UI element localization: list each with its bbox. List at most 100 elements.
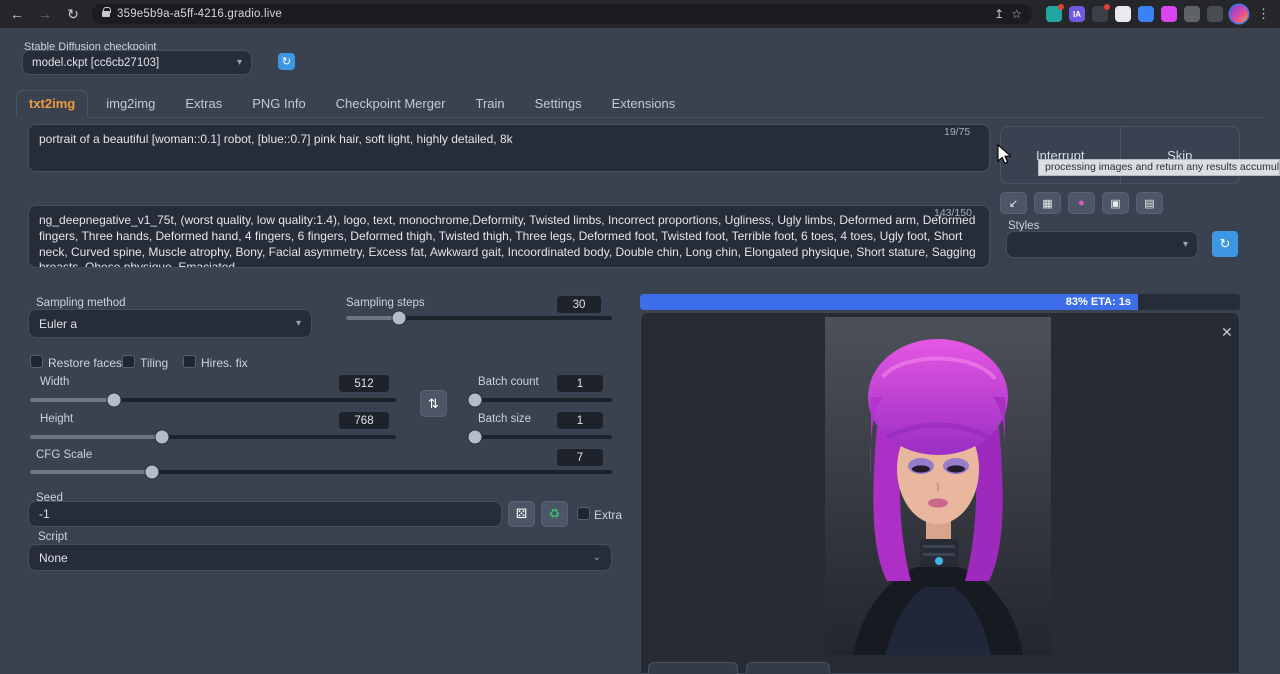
notification-badge	[1058, 4, 1064, 10]
interrupt-tooltip: processing images and return any results…	[1038, 159, 1280, 176]
forward-icon[interactable]: →	[36, 6, 54, 22]
negative-prompt-input[interactable]: ng_deepnegative_v1_75t, (worst quality, …	[28, 205, 990, 268]
main-tabs: txt2img img2img Extras PNG Info Checkpoi…	[16, 92, 1264, 118]
sampling-method-value: Euler a	[39, 317, 77, 331]
save-style-icon[interactable]: ▤	[1136, 192, 1163, 214]
hires-fix-label: Hires. fix	[201, 356, 248, 370]
back-icon[interactable]: ←	[8, 6, 26, 22]
height-label: Height	[40, 413, 73, 425]
send-to-button[interactable]	[746, 662, 830, 674]
height-value[interactable]	[338, 411, 390, 430]
negative-token-counter: 143/150	[934, 207, 972, 219]
tiling-checkbox[interactable]	[122, 355, 135, 368]
lock-icon	[102, 11, 110, 17]
bookmark-star-icon[interactable]: ☆	[1011, 7, 1022, 21]
slider-handle[interactable]	[146, 466, 159, 479]
extension-icon-light[interactable]	[1115, 6, 1131, 22]
notification-badge	[1104, 4, 1110, 10]
extension-toolbar: IA ⋮	[1046, 5, 1272, 23]
slider-handle[interactable]	[155, 431, 168, 444]
tab-img2img[interactable]: img2img	[94, 91, 167, 117]
prompt-token-counter: 19/75	[944, 126, 970, 138]
restore-faces-checkbox[interactable]	[30, 355, 43, 368]
cfg-scale-label: CFG Scale	[36, 449, 92, 461]
extension-icon-blue[interactable]	[1138, 6, 1154, 22]
tab-txt2img[interactable]: txt2img	[16, 90, 88, 118]
side-panel-icon[interactable]	[1207, 6, 1223, 22]
sampling-method-dropdown[interactable]: Euler a ▾	[28, 309, 312, 338]
url-text: 359e5b9a-a5ff-4216.gradio.live	[117, 8, 987, 20]
progress-text: 83% ETA: 1s	[1066, 294, 1131, 310]
tab-extensions[interactable]: Extensions	[600, 91, 688, 117]
batch-count-slider[interactable]	[468, 398, 612, 402]
extension-icon-pink[interactable]	[1161, 6, 1177, 22]
reload-icon[interactable]: ↻	[64, 6, 82, 23]
sampling-steps-label: Sampling steps	[346, 297, 425, 309]
tab-extras[interactable]: Extras	[173, 91, 234, 117]
width-label: Width	[40, 376, 69, 388]
width-slider[interactable]	[30, 398, 396, 402]
swap-width-height-button[interactable]: ⇅	[420, 390, 447, 417]
batch-size-slider[interactable]	[468, 435, 612, 439]
extension-icon-dark[interactable]	[1092, 6, 1108, 22]
seed-extra-checkbox[interactable]	[577, 507, 590, 520]
progress-fill: 83% ETA: 1s	[640, 294, 1138, 310]
tab-settings[interactable]: Settings	[523, 91, 594, 117]
prompt-tool-buttons: ↙ ▦ ● ▣ ▤	[1000, 192, 1163, 214]
batch-size-value[interactable]	[556, 411, 604, 430]
script-dropdown[interactable]: None ⌄	[28, 544, 612, 571]
sampling-method-label: Sampling method	[36, 297, 126, 309]
script-label: Script	[38, 531, 67, 543]
seed-extra-label: Extra	[594, 508, 622, 522]
apply-style-icon[interactable]: ▣	[1102, 192, 1129, 214]
prompt-input[interactable]: portrait of a beautiful [woman::0.1] rob…	[28, 124, 990, 172]
refresh-styles-button[interactable]: ↻	[1212, 231, 1238, 257]
seed-input[interactable]	[28, 501, 502, 527]
batch-count-label: Batch count	[478, 376, 539, 388]
read-generation-params-icon[interactable]: ↙	[1000, 192, 1027, 214]
tiling-label: Tiling	[140, 356, 168, 370]
width-value[interactable]	[338, 374, 390, 393]
batch-size-label: Batch size	[478, 413, 531, 425]
script-value: None	[39, 551, 68, 565]
reuse-seed-recycle-icon[interactable]: ♻	[541, 501, 568, 527]
restore-faces-label: Restore faces	[48, 356, 122, 370]
extension-icon-teal[interactable]	[1046, 6, 1062, 22]
slider-handle[interactable]	[469, 431, 482, 444]
random-seed-dice-icon[interactable]: ⚄	[508, 501, 535, 527]
tab-checkpoint-merger[interactable]: Checkpoint Merger	[324, 91, 458, 117]
profile-avatar[interactable]	[1230, 5, 1248, 23]
tab-train[interactable]: Train	[464, 91, 517, 117]
checkpoint-dropdown[interactable]: model.ckpt [cc6cb27103] ▾	[22, 50, 252, 75]
share-icon[interactable]: ↥	[994, 7, 1004, 21]
address-bar[interactable]: 359e5b9a-a5ff-4216.gradio.live ↥ ☆	[92, 4, 1032, 24]
browser-chrome: ← → ↻ 359e5b9a-a5ff-4216.gradio.live ↥ ☆…	[0, 0, 1280, 28]
sampling-steps-value[interactable]	[556, 295, 602, 314]
extensions-puzzle-icon[interactable]	[1184, 6, 1200, 22]
save-button[interactable]	[648, 662, 738, 674]
tab-png-info[interactable]: PNG Info	[240, 91, 317, 117]
stable-diffusion-webui: Stable Diffusion checkpoint model.ckpt […	[0, 28, 1280, 674]
slider-handle[interactable]	[393, 312, 406, 325]
mouse-cursor	[994, 144, 1016, 166]
cfg-scale-value[interactable]	[556, 448, 604, 467]
batch-count-value[interactable]	[556, 374, 604, 393]
height-slider[interactable]	[30, 435, 396, 439]
extension-icon-ia[interactable]: IA	[1069, 6, 1085, 22]
refresh-checkpoints-button[interactable]: ↻	[278, 53, 295, 70]
chevron-down-icon: ▾	[237, 57, 242, 68]
slider-handle[interactable]	[108, 394, 121, 407]
progress-bar: 83% ETA: 1s	[640, 294, 1240, 310]
extra-networks-icon[interactable]: ●	[1068, 192, 1095, 214]
hires-fix-checkbox[interactable]	[183, 355, 196, 368]
generated-image-portrait	[825, 317, 1051, 655]
styles-dropdown[interactable]: ▾	[1006, 231, 1198, 258]
cfg-scale-slider[interactable]	[30, 470, 612, 474]
browser-menu-icon[interactable]: ⋮	[1255, 6, 1272, 22]
clear-prompt-icon[interactable]: ▦	[1034, 192, 1061, 214]
chevron-down-icon: ▾	[296, 318, 301, 329]
close-preview-icon[interactable]: ✕	[1221, 324, 1233, 341]
chevron-down-icon: ▾	[1183, 239, 1188, 250]
slider-handle[interactable]	[469, 394, 482, 407]
sampling-steps-slider[interactable]	[346, 316, 612, 320]
